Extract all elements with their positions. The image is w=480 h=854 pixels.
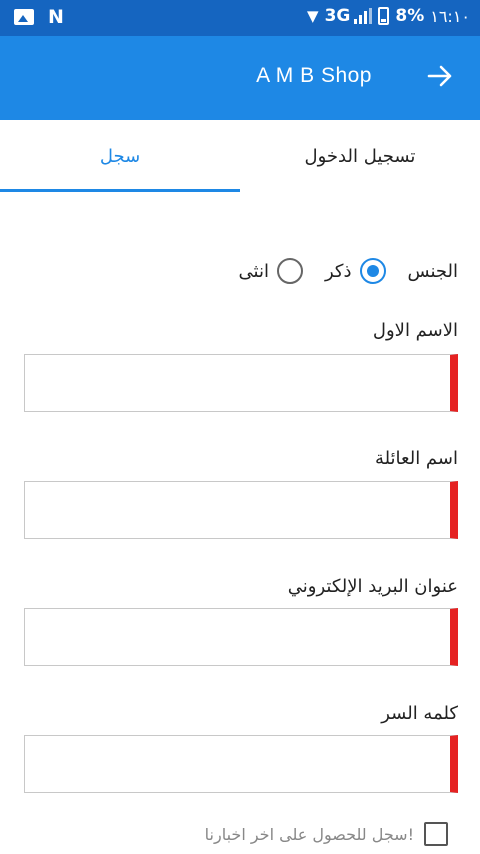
gender-label: الجنس [407,260,458,282]
n-notification-icon: N [48,6,64,28]
wifi-icon: ▼ [307,7,319,25]
gender-option-male[interactable]: ذكر [325,258,386,284]
newsletter-checkbox[interactable] [424,822,448,846]
tab-register[interactable]: سجل [0,120,240,192]
tab-login[interactable]: تسجيل الدخول [240,120,480,192]
gallery-icon [14,9,34,25]
app-bar: A M B Shop [0,36,480,120]
password-label: كلمه السر [381,703,458,724]
last-name-label: اسم العائلة [374,448,458,469]
clock: ١٦:١٠ [430,6,470,26]
newsletter-label: سجل للحصول على اخر اخبارنا! [204,824,414,844]
radio-male[interactable] [359,258,386,284]
battery-icon [378,7,390,25]
newsletter-option[interactable]: سجل للحصول على اخر اخبارنا! [205,822,448,846]
app-title: A M B Shop [256,64,372,87]
battery-percent: 8% [395,6,425,26]
auth-tabs: تسجيل الدخول سجل [0,120,480,192]
signal-icon [354,8,373,24]
gender-option-female[interactable]: انثى [239,258,303,284]
password-input[interactable] [24,735,458,793]
status-bar: N ▼ 3G 8% ١٦:١٠ [0,0,480,36]
first-name-label: الاسم الاول [372,320,458,341]
email-label: عنوان البريد الإلكتروني [287,576,458,597]
gender-male-label: ذكر [324,260,352,282]
email-input[interactable] [24,608,458,666]
arrow-right-icon[interactable] [422,58,458,94]
network-type: 3G [324,6,351,26]
tab-indicator [0,189,240,192]
first-name-input[interactable] [24,354,458,412]
gender-female-label: انثى [238,260,269,282]
radio-female[interactable] [276,258,303,284]
last-name-input[interactable] [24,481,458,539]
gender-group: الجنس ذكر انثى [225,254,458,288]
